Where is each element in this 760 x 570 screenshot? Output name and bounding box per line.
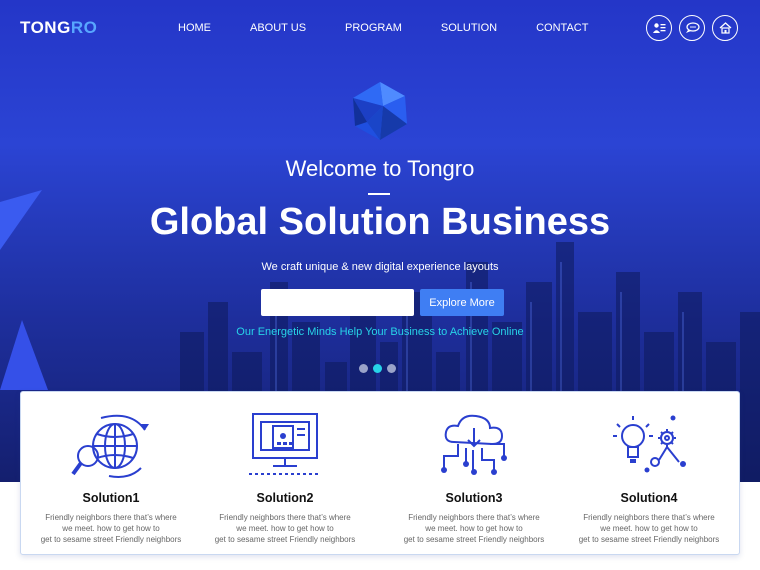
gem-logo-icon <box>353 82 407 140</box>
header-icons <box>639 15 738 41</box>
explore-more-button[interactable]: Explore More <box>420 289 504 316</box>
solution-card-2[interactable]: Solution2 Friendly neighbors there that’… <box>195 392 375 556</box>
welcome-title: Welcome to Tongro <box>285 156 475 181</box>
solution-card-3[interactable]: Solution3 Friendly neighbors there that’… <box>384 392 564 556</box>
solution-title: Solution4 <box>620 491 678 505</box>
nav-program[interactable]: PROGRAM <box>345 22 402 34</box>
slider-dots <box>359 364 401 373</box>
site-logo[interactable]: TONGRO <box>20 18 97 38</box>
nav-solution[interactable]: SOLUTION <box>441 22 497 34</box>
nav-contact[interactable]: CONTACT <box>536 22 588 34</box>
solution-title: Solution1 <box>82 491 140 505</box>
solution-description: Friendly neighbors there that’s where we… <box>403 513 545 544</box>
main-nav: HOME ABOUT US PROGRAM SOLUTION CONTACT <box>178 22 627 34</box>
solution-description: Friendly neighbors there that’s where we… <box>578 513 720 544</box>
hero-headline: Global Solution Business <box>149 201 611 243</box>
slider-dot-2[interactable] <box>373 364 382 373</box>
globe-search-icon <box>71 414 149 478</box>
solution-card-4[interactable]: Solution4 Friendly neighbors there that’… <box>559 392 739 556</box>
email-input[interactable] <box>261 289 414 316</box>
nav-about-us[interactable]: ABOUT US <box>250 22 306 34</box>
monitor-icon <box>249 413 321 475</box>
hero-subtitle: We craft unique & new digital experience… <box>261 261 499 273</box>
nav-home[interactable]: HOME <box>178 22 211 34</box>
title-divider <box>368 193 390 195</box>
idea-gear-icon <box>613 415 686 473</box>
solution-title: Solution2 <box>256 491 314 505</box>
solution-title: Solution3 <box>445 491 503 505</box>
home-icon[interactable] <box>712 15 738 41</box>
hero-tagline: Our Energetic Minds Help Your Business t… <box>236 326 524 338</box>
cloud-network-icon <box>441 414 507 475</box>
solution-description: Friendly neighbors there that’s where we… <box>40 513 182 544</box>
slider-dot-1[interactable] <box>359 364 368 373</box>
solution-description: Friendly neighbors there that’s where we… <box>214 513 356 544</box>
user-card-icon[interactable] <box>646 15 672 41</box>
chat-icon[interactable] <box>679 15 705 41</box>
solutions-panel: Solution1 Friendly neighbors there that’… <box>20 391 740 555</box>
slider-dot-3[interactable] <box>387 364 396 373</box>
solution-card-1[interactable]: Solution1 Friendly neighbors there that’… <box>21 392 201 556</box>
